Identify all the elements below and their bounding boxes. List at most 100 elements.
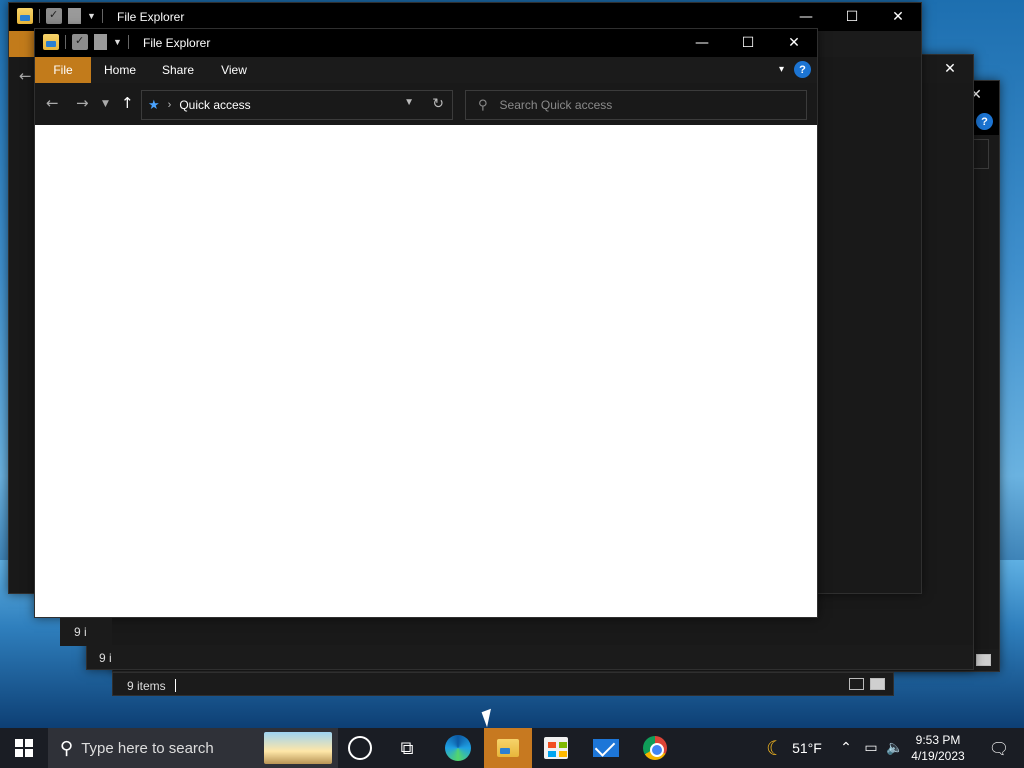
folder-icon (43, 34, 59, 50)
notification-icon: 🗨 (988, 738, 1010, 758)
status-bar: 9 i (87, 645, 973, 669)
store-button[interactable] (532, 728, 580, 768)
items-count: 9 items (127, 679, 166, 693)
taskbar-search-placeholder: Type here to search (81, 739, 214, 757)
up-button[interactable]: ↑ (121, 94, 134, 112)
window-title: File Explorer (143, 36, 211, 50)
customize-toolbar-icon[interactable]: ▼ (87, 11, 96, 21)
maximize-button[interactable]: ☐ (725, 29, 771, 57)
window-controls: — ☐ ✕ (783, 3, 921, 31)
start-button[interactable] (0, 728, 48, 768)
close-button[interactable]: ✕ (927, 55, 973, 83)
content-area[interactable] (35, 125, 817, 617)
search-icon: ⚲ (478, 97, 488, 113)
folder-icon (17, 8, 33, 24)
window-title: File Explorer (117, 10, 185, 24)
cortana-icon (348, 736, 372, 760)
cortana-button[interactable] (338, 728, 382, 768)
windows-logo-icon (15, 739, 33, 757)
taskbar-search[interactable]: ⚲ Type here to search (48, 728, 338, 768)
chrome-button[interactable] (630, 728, 680, 768)
help-icon[interactable]: ? (976, 113, 993, 130)
minimize-button[interactable]: — (679, 29, 725, 57)
task-view-button[interactable]: ⧉ (384, 728, 430, 768)
network-button[interactable]: ▭ (860, 728, 882, 768)
search-input[interactable] (499, 98, 780, 112)
folder-icon (497, 739, 519, 757)
main-status-bar: 9 items (112, 672, 894, 696)
large-icons-view-icon[interactable] (976, 654, 991, 666)
search-box[interactable]: ⚲ (465, 90, 807, 120)
ribbon-expand-icon[interactable]: ▾ (779, 64, 784, 75)
weather-widget[interactable]: ☾ 51°F (758, 728, 830, 768)
toolbar-divider (39, 9, 40, 23)
maximize-button[interactable]: ☐ (829, 3, 875, 31)
edge-button[interactable] (434, 728, 482, 768)
titlebar[interactable]: ▼ File Explorer — ☐ ✕ (35, 29, 817, 57)
clock-date: 4/19/2023 (911, 749, 965, 763)
tab-home[interactable]: Home (97, 57, 143, 83)
moon-icon: ☾ (766, 736, 785, 760)
back-button[interactable]: ← (19, 67, 32, 85)
address-path[interactable]: Quick access (179, 98, 250, 112)
explorer-window-main[interactable]: ▼ File Explorer — ☐ ✕ File Home Share Vi… (34, 28, 818, 618)
chevron-up-icon: ⌃ (840, 740, 852, 756)
volume-button[interactable]: 🔈 (884, 728, 906, 768)
minimize-button[interactable]: — (783, 3, 829, 31)
view-icons (849, 678, 885, 690)
address-bar[interactable]: ★ › Quick access ▼ ↻ (141, 90, 453, 120)
new-folder-icon[interactable] (94, 34, 107, 50)
text-caret (175, 679, 176, 692)
tab-file[interactable]: File (35, 57, 91, 83)
properties-icon[interactable] (46, 8, 62, 24)
large-icons-view-icon[interactable] (870, 678, 885, 690)
clock[interactable]: 9:53 PM 4/19/2023 (908, 732, 968, 764)
titlebar[interactable]: ▼ File Explorer — ☐ ✕ (9, 3, 921, 31)
forward-button[interactable]: → (76, 94, 89, 112)
close-button[interactable]: ✕ (875, 3, 921, 31)
ribbon: File Home Share View ▾ ? (35, 57, 817, 83)
tab-share[interactable]: Share (155, 57, 201, 83)
network-icon: ▭ (864, 740, 878, 756)
details-view-icon[interactable] (849, 678, 864, 690)
quick-access-toolbar: ▼ (17, 8, 103, 24)
quick-access-star-icon: ★ (148, 97, 160, 112)
store-icon (544, 737, 568, 759)
items-count-fragment: 9 i (99, 651, 112, 665)
window-controls: — ☐ ✕ (679, 29, 817, 57)
ribbon-right-controls: ▾ ? (779, 61, 811, 78)
new-folder-icon[interactable] (68, 8, 81, 24)
help-icon[interactable]: ? (794, 61, 811, 78)
search-icon: ⚲ (60, 737, 74, 759)
search-highlight-image[interactable] (264, 732, 332, 764)
clock-time: 9:53 PM (915, 733, 961, 747)
items-count-fragment: 9 i (60, 618, 112, 646)
close-button[interactable]: ✕ (771, 29, 817, 57)
file-explorer-button[interactable] (484, 728, 532, 768)
toolbar-divider (127, 35, 129, 49)
properties-icon[interactable] (72, 34, 88, 50)
action-center-button[interactable]: 🗨 (976, 728, 1022, 768)
toolbar-divider (101, 9, 103, 23)
customize-toolbar-icon[interactable]: ▼ (113, 37, 122, 47)
weather-temp: 51°F (792, 740, 822, 756)
task-view-icon: ⧉ (400, 737, 414, 759)
show-hidden-icons-button[interactable]: ⌃ (836, 728, 856, 768)
edge-icon (445, 735, 471, 761)
recent-locations-icon[interactable]: ▼ (102, 99, 109, 109)
mail-button[interactable] (582, 728, 630, 768)
chrome-icon (643, 736, 667, 760)
back-button[interactable]: ← (46, 94, 59, 112)
address-dropdown-icon[interactable]: ▼ (404, 97, 414, 108)
chevron-right-icon[interactable]: › (168, 99, 172, 111)
taskbar: ⚲ Type here to search ⧉ ☾ 51°F ⌃ ▭ 🔈 9:5… (0, 728, 1024, 768)
tab-file[interactable] (9, 31, 37, 57)
navigation-bar: ← → ▼ ↑ ★ › Quick access ▼ ↻ ⚲ (35, 83, 817, 125)
quick-access-toolbar: ▼ (43, 34, 129, 50)
volume-icon: 🔈 (886, 740, 904, 756)
tab-view[interactable]: View (211, 57, 257, 83)
status-text: 9 i (74, 625, 87, 639)
toolbar-divider (65, 35, 66, 49)
refresh-button[interactable]: ↻ (432, 96, 444, 112)
mail-icon (593, 739, 619, 757)
